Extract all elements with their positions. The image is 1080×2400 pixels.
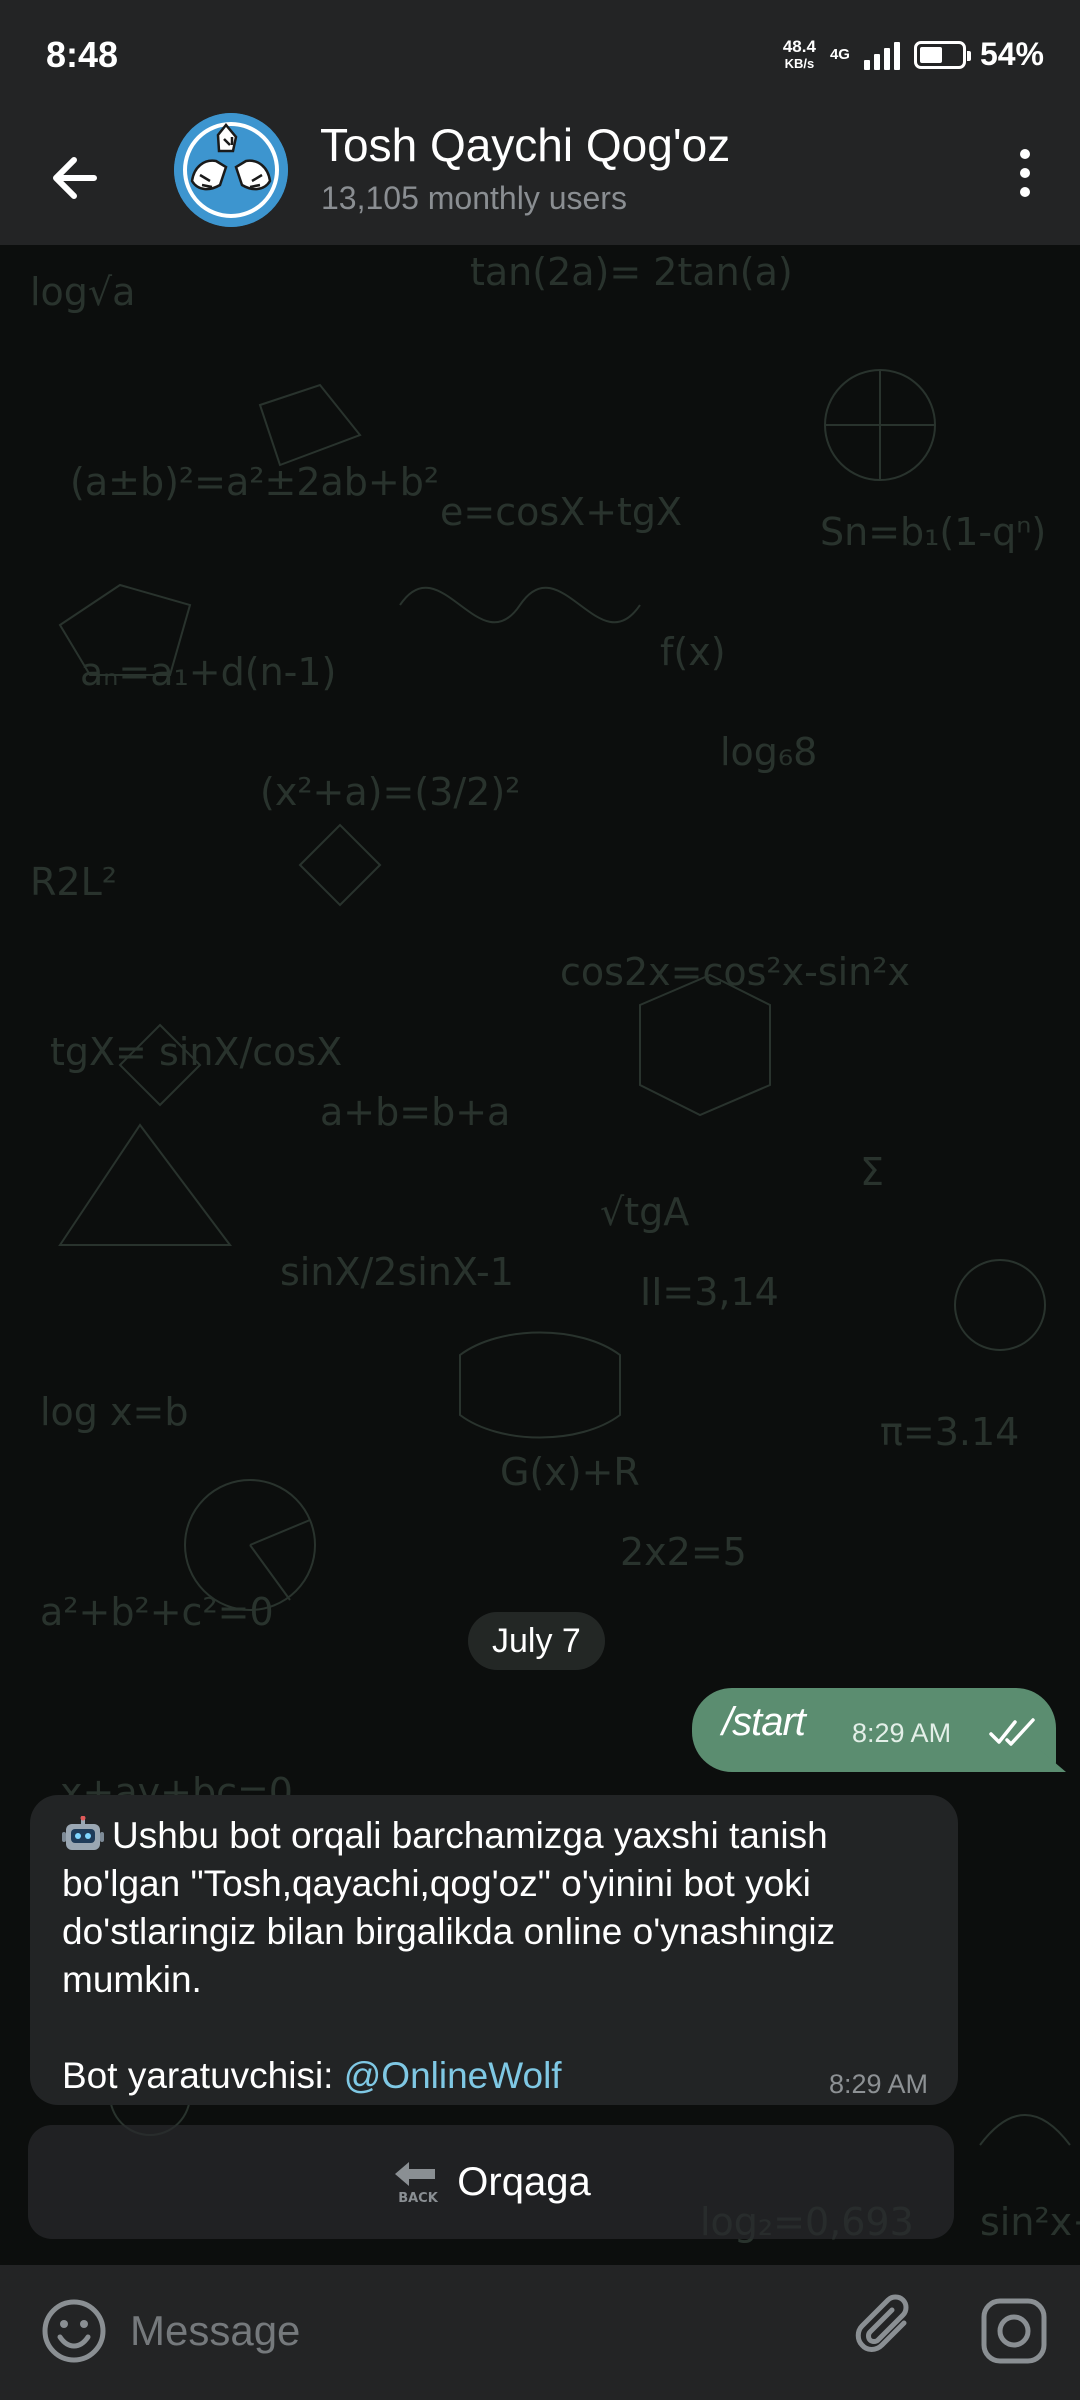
orqaga-button-content: BACK Orqaga bbox=[28, 2125, 954, 2239]
status-bar: 8:48 48.4 KB/s 4G 54% bbox=[0, 0, 1080, 110]
camera-button[interactable] bbox=[978, 2295, 1050, 2367]
message-text: Ushbu bot orqali barchamizga yaxshi tani… bbox=[62, 1815, 836, 2000]
robot-icon bbox=[62, 1816, 104, 1850]
message-time: 8:29 AM bbox=[828, 2069, 928, 2099]
more-vertical-icon bbox=[1000, 149, 1050, 197]
battery-fill bbox=[919, 46, 942, 63]
chat-header: Tosh Qaychi Qog'oz 13,105 monthly users bbox=[0, 110, 1080, 245]
chat-subtitle: 13,105 monthly users bbox=[321, 180, 627, 216]
svg-text:(a±b)²=a²±2ab+b²: (a±b)²=a²±2ab+b² bbox=[70, 460, 439, 504]
date-separator: July 7 bbox=[468, 1612, 605, 1670]
svg-text:f(x): f(x) bbox=[660, 630, 726, 674]
status-icons: 48.4 KB/s 4G 54% bbox=[783, 36, 1044, 73]
orqaga-label: Orqaga bbox=[457, 2159, 591, 2204]
svg-text:tgX= sinX/cosX: tgX= sinX/cosX bbox=[50, 1030, 342, 1074]
svg-text:II=3,14: II=3,14 bbox=[640, 1270, 779, 1314]
network-speed: 48.4 KB/s bbox=[783, 38, 816, 72]
svg-text:sinX/2sinX-1: sinX/2sinX-1 bbox=[280, 1250, 514, 1294]
message-input[interactable] bbox=[130, 2295, 830, 2367]
creator-label: Bot yaratuvchisi: bbox=[62, 2055, 334, 2096]
svg-text:log₆8: log₆8 bbox=[720, 730, 817, 774]
svg-text:R2L²: R2L² bbox=[30, 860, 117, 904]
svg-text:Σ: Σ bbox=[860, 1150, 884, 1194]
more-menu-button[interactable] bbox=[1000, 140, 1050, 220]
battery-icon bbox=[913, 40, 971, 69]
arrow-left-icon bbox=[53, 157, 97, 199]
creator-line: Bot yaratuvchisi: @OnlineWolf bbox=[62, 2055, 562, 2097]
svg-text:√tgA: √tgA bbox=[600, 1190, 689, 1234]
status-time: 8:48 bbox=[46, 34, 119, 75]
svg-text:e=cosX+tgX: e=cosX+tgX bbox=[440, 490, 682, 534]
incoming-message[interactable]: Ushbu bot orqali barchamizga yaxshi tani… bbox=[30, 1795, 958, 2105]
svg-text:Sn=b₁(1-qⁿ): Sn=b₁(1-qⁿ) bbox=[820, 510, 1046, 554]
signal-icon bbox=[863, 40, 900, 70]
rock-scissors-paper-hands-icon bbox=[174, 113, 288, 227]
svg-text:a²+b²+c²=0: a²+b²+c²=0 bbox=[40, 1590, 274, 1634]
battery-percent: 54% bbox=[979, 36, 1044, 72]
svg-text:sin²x+: sin²x+ bbox=[980, 2200, 1080, 2244]
chat-title[interactable]: Tosh Qaychi Qog'oz bbox=[320, 118, 730, 172]
svg-text:2x2=5: 2x2=5 bbox=[620, 1530, 747, 1574]
attach-button[interactable] bbox=[852, 2293, 924, 2371]
svg-text:(x²+a)=(3/2)²: (x²+a)=(3/2)² bbox=[260, 770, 520, 814]
svg-text:log x=b: log x=b bbox=[40, 1390, 188, 1434]
double-check-icon bbox=[989, 1718, 1035, 1746]
orqaga-button[interactable]: BACK Orqaga bbox=[28, 2125, 954, 2239]
message-time: 8:29 AM bbox=[852, 1718, 952, 1748]
chat-area[interactable]: log√a tan(2a)= 2tan(a) (a±b)²=a²±2ab+b² … bbox=[0, 245, 1080, 2265]
message-body: Ushbu bot orqali barchamizga yaxshi tani… bbox=[62, 1812, 942, 2004]
svg-text:a+b=b+a: a+b=b+a bbox=[320, 1090, 510, 1134]
outgoing-message[interactable]: /start 8:29 AM bbox=[692, 1688, 1056, 1772]
svg-text:aₙ=a₁+d(n-1): aₙ=a₁+d(n-1) bbox=[80, 650, 336, 694]
back-arrow-icon: BACK bbox=[395, 2162, 439, 2206]
avatar[interactable] bbox=[174, 113, 288, 227]
instagram-camera-icon bbox=[981, 2298, 1047, 2364]
back-button[interactable] bbox=[44, 146, 108, 210]
creator-link[interactable]: @OnlineWolf bbox=[344, 2055, 562, 2096]
network-speed-value: 48.4 bbox=[782, 36, 816, 56]
message-input-bar bbox=[0, 2265, 1080, 2400]
svg-text:tan(2a)= 2tan(a): tan(2a)= 2tan(a) bbox=[470, 250, 793, 294]
svg-text:π=3.14: π=3.14 bbox=[880, 1410, 1019, 1454]
emoji-button[interactable] bbox=[38, 2295, 110, 2367]
svg-text:cos2x=cos²x-sin²x: cos2x=cos²x-sin²x bbox=[560, 950, 910, 994]
network-type: 4G bbox=[829, 46, 850, 63]
svg-text:log√a: log√a bbox=[30, 270, 135, 314]
back-icon-caption: BACK bbox=[398, 2191, 439, 2206]
paperclip-icon bbox=[855, 2294, 909, 2352]
svg-text:G(x)+R: G(x)+R bbox=[500, 1450, 640, 1494]
smile-icon bbox=[42, 2299, 106, 2363]
network-speed-unit: KB/s bbox=[784, 55, 815, 71]
message-text: /start bbox=[722, 1700, 806, 1744]
